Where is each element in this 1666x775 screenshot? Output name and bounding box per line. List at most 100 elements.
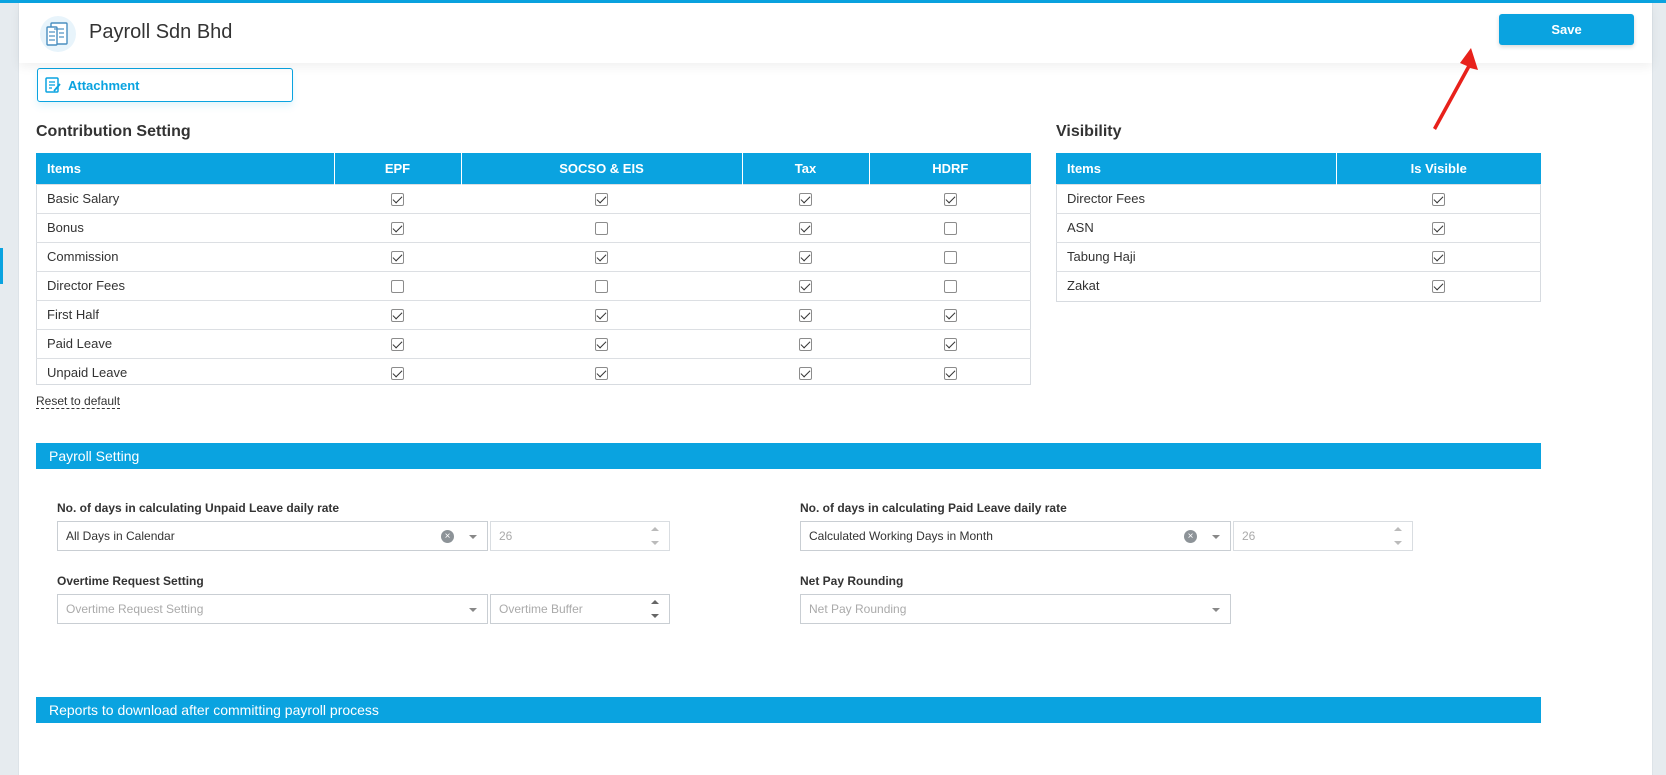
net-pay-rounding-select[interactable]: Net Pay Rounding [800, 594, 1231, 624]
visibility-table-body: Director Fees ASN Tabung Haji Zakat [1056, 183, 1541, 300]
column-header-tax: Tax [742, 153, 870, 184]
page-title: Payroll Sdn Bhd [89, 21, 233, 43]
table-row: Bonus [36, 212, 1031, 242]
row-label: Tabung Haji [1056, 241, 1336, 271]
tax-checkbox[interactable] [799, 222, 812, 236]
checkbox-cell [334, 328, 461, 358]
paid-leave-days-value: Calculated Working Days in Month [809, 529, 993, 543]
row-label: Basic Salary [36, 183, 334, 213]
paid-leave-days-number: 26 [1242, 529, 1256, 543]
tax-checkbox[interactable] [799, 309, 812, 323]
epf-checkbox[interactable] [391, 338, 404, 352]
table-row: Director Fees [36, 270, 1031, 300]
checkbox-cell [461, 270, 742, 300]
visibility-table: Items Is Visible Director Fees ASN Tabung … [1056, 153, 1541, 300]
overtime-buffer-input[interactable]: Overtime Buffer [490, 594, 670, 624]
overtime-request-label: Overtime Request Setting [57, 574, 204, 588]
spinner-arrows-icon[interactable] [651, 527, 659, 545]
checkbox-cell [461, 357, 742, 387]
is-visible-checkbox[interactable] [1432, 222, 1445, 236]
save-button[interactable]: Save [1499, 14, 1634, 45]
tax-checkbox[interactable] [799, 280, 812, 294]
checkbox-cell [869, 328, 1031, 358]
chevron-down-icon[interactable] [1212, 608, 1220, 612]
checkbox-cell [869, 270, 1031, 300]
paid-leave-days-select[interactable]: Calculated Working Days in Month × [800, 521, 1231, 551]
checkbox-cell [869, 183, 1031, 213]
checkbox-cell [742, 183, 869, 213]
visibility-table-frame: Items Is Visible Director Fees ASN Tabung … [1056, 153, 1541, 302]
is-visible-checkbox[interactable] [1432, 251, 1445, 265]
column-header-socso-eis: SOCSO & EIS [461, 153, 743, 184]
checkbox-cell [461, 241, 742, 271]
hdrf-checkbox[interactable] [943, 280, 957, 294]
epf-checkbox[interactable] [391, 367, 404, 381]
reset-to-default-link[interactable]: Reset to default [36, 394, 121, 409]
socso-eis-checkbox[interactable] [595, 309, 608, 323]
paid-leave-days-input[interactable]: 26 [1233, 521, 1413, 551]
checkbox-cell [334, 212, 461, 242]
chevron-down-icon[interactable] [469, 608, 477, 612]
hdrf-checkbox[interactable] [943, 222, 957, 236]
checkbox-cell [742, 212, 869, 242]
row-label: Zakat [1056, 270, 1336, 300]
chevron-down-icon[interactable] [1212, 535, 1220, 539]
checkbox-cell [334, 241, 461, 271]
checkbox-cell [869, 357, 1031, 387]
checkbox-cell [461, 183, 742, 213]
checkbox-cell [742, 270, 869, 300]
socso-eis-checkbox[interactable] [595, 251, 608, 265]
main-content: Attachment Contribution Setting Items EP… [19, 63, 1652, 775]
contribution-table: Items EPF SOCSO & EIS Tax HDRF Basic Sal… [36, 153, 1031, 387]
contribution-setting-title: Contribution Setting [36, 123, 191, 140]
tax-checkbox[interactable] [799, 251, 812, 265]
net-pay-rounding-label: Net Pay Rounding [800, 574, 904, 588]
overtime-buffer-placeholder: Overtime Buffer [499, 602, 583, 616]
socso-eis-checkbox[interactable] [595, 280, 608, 294]
attachment-button[interactable]: Attachment [37, 68, 293, 102]
row-label: Paid Leave [36, 328, 334, 358]
table-row: Basic Salary [36, 183, 1031, 213]
epf-checkbox[interactable] [391, 309, 404, 323]
checkbox-cell [869, 299, 1031, 329]
epf-checkbox[interactable] [391, 251, 404, 265]
epf-checkbox[interactable] [391, 222, 404, 236]
hdrf-checkbox[interactable] [943, 309, 957, 323]
attachment-edit-icon [45, 77, 61, 93]
hdrf-checkbox[interactable] [943, 251, 957, 265]
checkbox-cell [869, 241, 1031, 271]
unpaid-leave-days-select[interactable]: All Days in Calendar × [57, 521, 488, 551]
hdrf-checkbox[interactable] [943, 338, 957, 352]
socso-eis-checkbox[interactable] [595, 367, 608, 381]
chevron-down-icon[interactable] [469, 535, 477, 539]
socso-eis-checkbox[interactable] [595, 338, 608, 352]
overtime-request-select[interactable]: Overtime Request Setting [57, 594, 488, 624]
unpaid-leave-days-input[interactable]: 26 [490, 521, 670, 551]
tax-checkbox[interactable] [799, 338, 812, 352]
clear-icon[interactable]: × [1184, 530, 1197, 543]
table-row: Commission [36, 241, 1031, 271]
checkbox-cell [334, 357, 461, 387]
clear-icon[interactable]: × [441, 530, 454, 543]
socso-eis-checkbox[interactable] [595, 222, 608, 236]
page-header: Payroll Sdn Bhd Save [19, 3, 1652, 63]
is-visible-checkbox[interactable] [1432, 280, 1445, 294]
socso-eis-checkbox[interactable] [595, 193, 608, 207]
tax-checkbox[interactable] [799, 193, 812, 207]
checkbox-cell [461, 328, 742, 358]
left-sidebar-rail [0, 3, 19, 775]
tax-checkbox[interactable] [799, 367, 812, 381]
spinner-arrows-icon[interactable] [1394, 527, 1402, 545]
hdrf-checkbox[interactable] [943, 193, 957, 207]
scrollbar-track[interactable] [1652, 3, 1666, 775]
reports-section-header: Reports to download after committing pay… [36, 697, 1541, 723]
contribution-table-body: Basic Salary Bonus Commission Director Fees… [36, 183, 1031, 387]
spinner-arrows-icon[interactable] [651, 600, 659, 618]
hdrf-checkbox[interactable] [943, 367, 957, 381]
checkbox-cell [334, 270, 461, 300]
is-visible-checkbox[interactable] [1432, 193, 1445, 207]
table-row: Paid Leave [36, 328, 1031, 358]
epf-checkbox[interactable] [391, 193, 404, 207]
checkbox-cell [461, 299, 742, 329]
epf-checkbox[interactable] [391, 280, 404, 294]
